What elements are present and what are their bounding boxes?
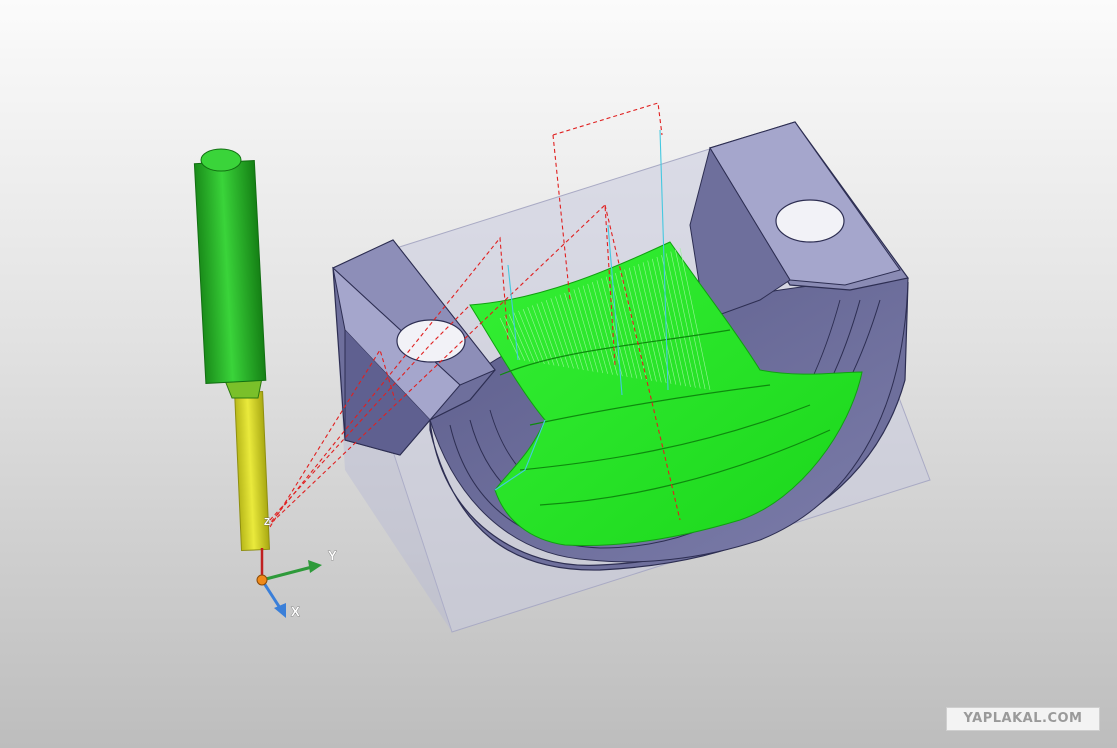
bolt-hole-right[interactable] — [775, 199, 845, 243]
axis-x-label: X — [291, 604, 300, 619]
bolt-hole-left[interactable] — [396, 319, 466, 363]
cutting-tool[interactable] — [193, 148, 270, 552]
watermark-logo: YAPLAKAL.COM — [946, 707, 1100, 731]
scene-canvas: Y X Z — [193, 102, 931, 633]
cam-3d-viewport[interactable]: Y X Z YAPLAKAL.COM — [0, 0, 1117, 748]
axis-z-label: Z — [264, 517, 270, 528]
axis-y-label: Y — [328, 548, 337, 563]
